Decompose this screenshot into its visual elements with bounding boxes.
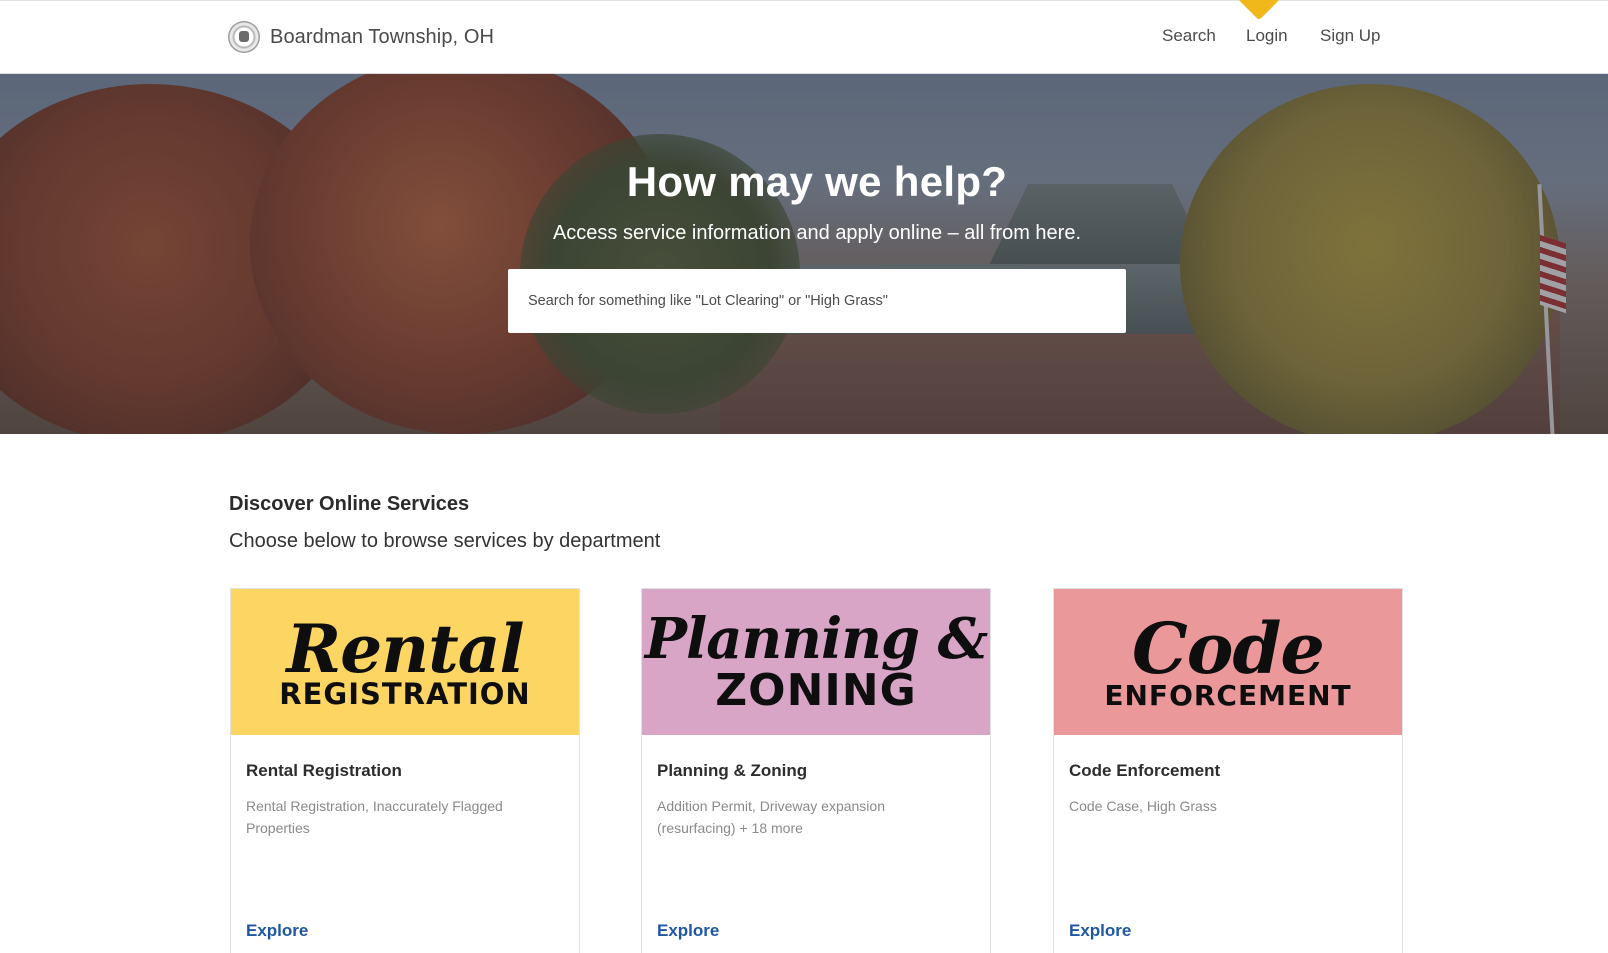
banner-script-text: Code [1132,607,1325,690]
service-card-code[interactable]: Code ENFORCEMENT Code Enforcement Code C… [1053,588,1403,953]
hero-search-input[interactable] [528,293,1126,309]
banner-caps-text: REGISTRATION [279,676,531,711]
hero-title: How may we help? [626,158,1008,205]
explore-link[interactable]: Explore [1069,921,1131,941]
explore-link[interactable]: Explore [246,921,308,941]
banner-caps-text: ENFORCEMENT [1104,679,1352,712]
services-title: Discover Online Services [229,493,470,515]
hero-subtitle: Access service information and apply onl… [552,222,1082,244]
card-title: Planning & Zoning [657,761,808,780]
hero-search-box[interactable] [508,269,1126,333]
banner-script-text: Planning & [644,606,988,672]
service-card-rental[interactable]: Rental REGISTRATION Rental Registration … [230,588,580,953]
hero-overlay [0,74,1608,434]
banner-caps-text: ZONING [715,665,917,716]
nav-signup-link[interactable]: Sign Up [1320,26,1380,46]
top-navbar: Boardman Township, OH Search Login Sign … [0,0,1608,74]
nav-search-link[interactable]: Search [1162,26,1216,46]
card-description: Code Case, High Grass [1069,798,1217,814]
card-title: Rental Registration [246,761,402,780]
brand-name: Boardman Township, OH [270,25,495,48]
card-title: Code Enforcement [1069,761,1221,780]
brand[interactable]: Boardman Township, OH [228,21,494,53]
services-subtitle: Choose below to browse services by depar… [229,530,661,552]
card-banner-image: Code ENFORCEMENT [1054,589,1402,735]
township-seal-icon [228,21,260,53]
banner-script-text: Rental [286,609,524,688]
card-description: Addition Permit, Driveway expansion (res… [657,798,885,836]
card-banner-image: Rental REGISTRATION [231,589,579,735]
explore-link[interactable]: Explore [657,921,719,941]
service-card-planning[interactable]: Planning & ZONING Planning & Zoning Addi… [641,588,991,953]
card-description: Rental Registration, Inaccurately Flagge… [246,798,503,836]
card-banner-image: Planning & ZONING [642,589,990,735]
nav-login-link[interactable]: Login [1246,26,1288,46]
hero-banner [0,74,1608,434]
